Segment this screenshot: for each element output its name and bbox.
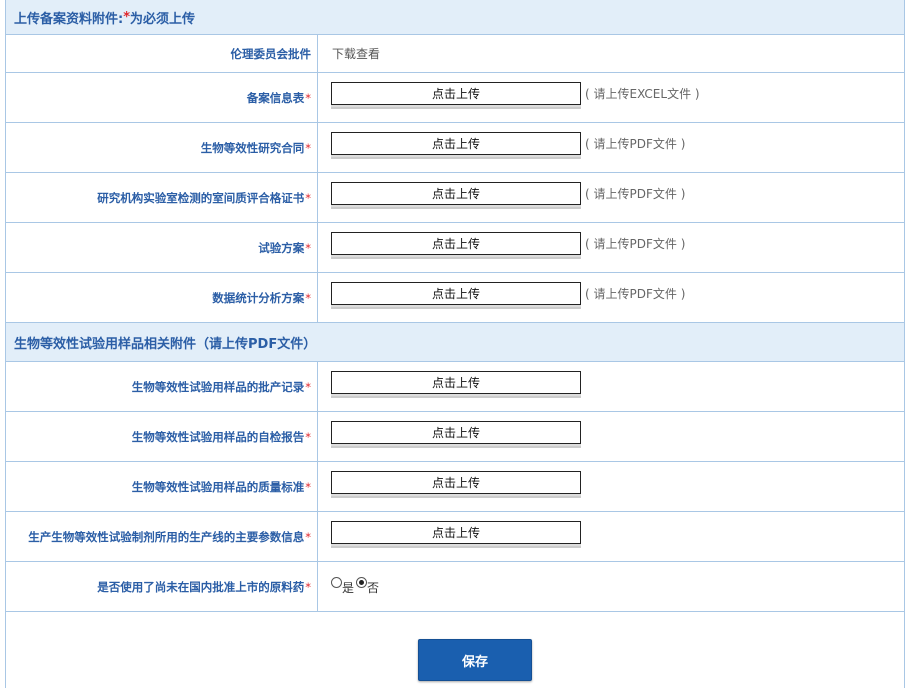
row-label-text: 是否使用了尚未在国内批准上市的原料药 bbox=[97, 579, 305, 594]
upload-button[interactable]: 点击上传 bbox=[331, 520, 581, 544]
row-label-text: 生物等效性试验用样品的质量标准 bbox=[131, 479, 305, 494]
row-value: 点击上传 ( 请上传PDF文件 ) bbox=[325, 273, 904, 322]
row-value: 点击上传 bbox=[325, 412, 904, 461]
row-value: 下载查看 bbox=[325, 35, 904, 72]
upload-row-contract: 生物等效性研究合同 * 点击上传 ( 请上传PDF文件 ) bbox=[6, 123, 904, 173]
row-value: 点击上传 bbox=[325, 512, 904, 561]
file-type-hint: ( 请上传PDF文件 ) bbox=[585, 136, 686, 151]
file-type-hint: ( 请上传PDF文件 ) bbox=[585, 286, 686, 301]
row-label: 试验方案 * bbox=[6, 223, 318, 272]
row-value: 点击上传 ( 请上传PDF文件 ) bbox=[325, 123, 904, 172]
row-label: 生物等效性试验用样品的批产记录 * bbox=[6, 362, 318, 411]
row-label-text: 生产生物等效性试验制剂所用的生产线的主要参数信息 bbox=[28, 529, 305, 544]
yes-no-radio-group: 是 否 bbox=[331, 577, 381, 596]
radio-no-label[interactable]: 否 bbox=[367, 579, 379, 596]
upload-row-quality-standard: 生物等效性试验用样品的质量标准 * 点击上传 bbox=[6, 462, 904, 512]
row-label: 是否使用了尚未在国内批准上市的原料药 * bbox=[6, 562, 318, 611]
file-type-hint: ( 请上传PDF文件 ) bbox=[585, 186, 686, 201]
upload-row-trial-protocol: 试验方案 * 点击上传 ( 请上传PDF文件 ) bbox=[6, 223, 904, 273]
row-label: 生物等效性研究合同 * bbox=[6, 123, 318, 172]
radio-yes[interactable] bbox=[331, 577, 342, 588]
section-title-suffix: 为必须上传 bbox=[130, 11, 196, 27]
section-title: 上传备案资料附件: bbox=[14, 11, 124, 27]
required-mark: * bbox=[305, 140, 311, 155]
row-label: 生物等效性试验用样品的自检报告 * bbox=[6, 412, 318, 461]
row-value: 点击上传 ( 请上传EXCEL文件 ) bbox=[325, 73, 904, 122]
row-value: 点击上传 bbox=[325, 462, 904, 511]
row-label-text: 试验方案 bbox=[258, 240, 305, 255]
required-mark: * bbox=[123, 9, 131, 25]
upload-button[interactable]: 点击上传 bbox=[331, 131, 581, 155]
upload-button[interactable]: 点击上传 bbox=[331, 370, 581, 394]
required-mark: * bbox=[305, 290, 311, 305]
upload-button[interactable]: 点击上传 bbox=[331, 81, 581, 105]
upload-button[interactable]: 点击上传 bbox=[331, 231, 581, 255]
save-button[interactable]: 保存 bbox=[418, 639, 532, 681]
upload-row-self-test-report: 生物等效性试验用样品的自检报告 * 点击上传 bbox=[6, 412, 904, 462]
row-value: 点击上传 bbox=[325, 362, 904, 411]
required-mark: * bbox=[305, 529, 311, 544]
file-type-hint: ( 请上传PDF文件 ) bbox=[585, 236, 686, 251]
form-actions: 保存 bbox=[6, 612, 904, 688]
section-header-sample-attachments: 生物等效性试验用样品相关附件（请上传PDF文件） bbox=[6, 323, 904, 362]
upload-row-batch-record: 生物等效性试验用样品的批产记录 * 点击上传 bbox=[6, 362, 904, 412]
row-label-text: 备案信息表 bbox=[246, 90, 305, 105]
row-value: 是 否 bbox=[325, 562, 904, 611]
required-mark: * bbox=[305, 379, 311, 394]
row-label-text: 研究机构实验室检测的室间质评合格证书 bbox=[97, 190, 305, 205]
radio-yes-label[interactable]: 是 bbox=[342, 579, 354, 596]
upload-button[interactable]: 点击上传 bbox=[331, 420, 581, 444]
required-mark: * bbox=[305, 479, 311, 494]
required-mark: * bbox=[305, 90, 311, 105]
unapproved-api-row: 是否使用了尚未在国内批准上市的原料药 * 是 否 bbox=[6, 562, 904, 612]
upload-row-statistical-plan: 数据统计分析方案 * 点击上传 ( 请上传PDF文件 ) bbox=[6, 273, 904, 323]
ethics-approval-row: 伦理委员会批件 下载查看 bbox=[6, 35, 904, 73]
required-mark: * bbox=[305, 190, 311, 205]
row-value: 点击上传 ( 请上传PDF文件 ) bbox=[325, 173, 904, 222]
row-label: 数据统计分析方案 * bbox=[6, 273, 318, 322]
ethics-label-text: 伦理委员会批件 bbox=[230, 46, 312, 61]
row-label: 生产生物等效性试验制剂所用的生产线的主要参数信息 * bbox=[6, 512, 318, 561]
download-view-link[interactable]: 下载查看 bbox=[332, 45, 380, 62]
file-type-hint: ( 请上传EXCEL文件 ) bbox=[585, 86, 700, 101]
upload-button[interactable]: 点击上传 bbox=[331, 470, 581, 494]
section-title: 生物等效性试验用样品相关附件（请上传PDF文件） bbox=[14, 336, 317, 352]
section-header-required: 上传备案资料附件: * 为必须上传 bbox=[6, 0, 904, 35]
row-label-text: 生物等效性试验用样品的自检报告 bbox=[131, 429, 305, 444]
upload-button[interactable]: 点击上传 bbox=[331, 181, 581, 205]
upload-row-filing-info: 备案信息表 * 点击上传 ( 请上传EXCEL文件 ) bbox=[6, 73, 904, 123]
required-mark: * bbox=[305, 240, 311, 255]
row-value: 点击上传 ( 请上传PDF文件 ) bbox=[325, 223, 904, 272]
upload-row-production-line-params: 生产生物等效性试验制剂所用的生产线的主要参数信息 * 点击上传 bbox=[6, 512, 904, 562]
required-mark: * bbox=[305, 579, 311, 594]
required-mark: * bbox=[305, 429, 311, 444]
upload-row-quality-certificate: 研究机构实验室检测的室间质评合格证书 * 点击上传 ( 请上传PDF文件 ) bbox=[6, 173, 904, 223]
row-label-text: 数据统计分析方案 bbox=[212, 290, 305, 305]
row-label-text: 生物等效性研究合同 bbox=[200, 140, 305, 155]
row-label: 伦理委员会批件 bbox=[6, 35, 318, 72]
upload-form: 上传备案资料附件: * 为必须上传 伦理委员会批件 下载查看 备案信息表 * 点击上传… bbox=[5, 0, 905, 688]
row-label: 研究机构实验室检测的室间质评合格证书 * bbox=[6, 173, 318, 222]
row-label: 备案信息表 * bbox=[6, 73, 318, 122]
row-label-text: 生物等效性试验用样品的批产记录 bbox=[131, 379, 305, 394]
row-label: 生物等效性试验用样品的质量标准 * bbox=[6, 462, 318, 511]
radio-no[interactable] bbox=[356, 577, 368, 588]
upload-button[interactable]: 点击上传 bbox=[331, 281, 581, 305]
